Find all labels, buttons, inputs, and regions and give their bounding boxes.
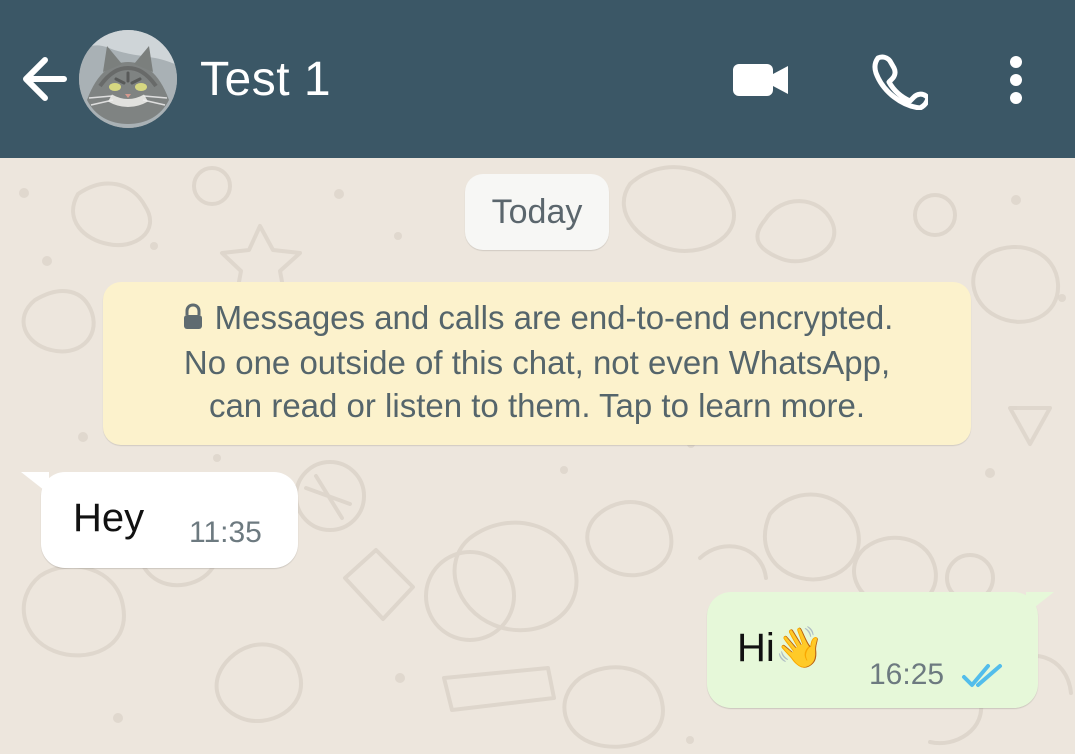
outgoing-message-text: Hi👋 bbox=[737, 626, 825, 670]
video-camera-icon bbox=[733, 64, 788, 96]
contact-avatar[interactable] bbox=[79, 30, 177, 128]
lock-icon bbox=[181, 298, 205, 341]
back-button[interactable] bbox=[18, 52, 72, 106]
encryption-line-3: can read or listen to them. Tap to learn… bbox=[208, 387, 866, 424]
video-call-button[interactable] bbox=[730, 50, 792, 110]
outgoing-message-time: 16:25 bbox=[869, 658, 945, 691]
incoming-message-text: Hey bbox=[73, 496, 145, 540]
encryption-line-1: Messages and calls are end-to-end encryp… bbox=[127, 296, 947, 341]
chat-area[interactable]: Today Messages and calls are end-to-end … bbox=[0, 158, 1075, 754]
encryption-line-1-text: Messages and calls are end-to-end encryp… bbox=[214, 299, 894, 336]
encryption-line-2: No one outside of this chat, not even Wh… bbox=[183, 344, 891, 381]
chat-header: Test 1 bbox=[0, 0, 1075, 158]
phone-icon bbox=[872, 54, 931, 111]
contact-name[interactable]: Test 1 bbox=[200, 52, 331, 108]
date-separator: Today bbox=[465, 174, 609, 250]
back-arrow-icon bbox=[23, 57, 67, 101]
more-options-button[interactable] bbox=[996, 50, 1036, 110]
incoming-message-bubble[interactable]: Hey 11:35 bbox=[21, 472, 298, 568]
more-options-icon bbox=[1010, 56, 1022, 104]
encryption-notice[interactable]: Messages and calls are end-to-end encryp… bbox=[103, 282, 971, 445]
outgoing-message-bubble[interactable]: Hi👋 16:25 bbox=[707, 592, 1054, 708]
voice-call-button[interactable] bbox=[868, 50, 931, 111]
cat-avatar-image bbox=[79, 30, 177, 128]
double-check-icon bbox=[962, 664, 1002, 687]
incoming-message-time: 11:35 bbox=[189, 516, 262, 549]
